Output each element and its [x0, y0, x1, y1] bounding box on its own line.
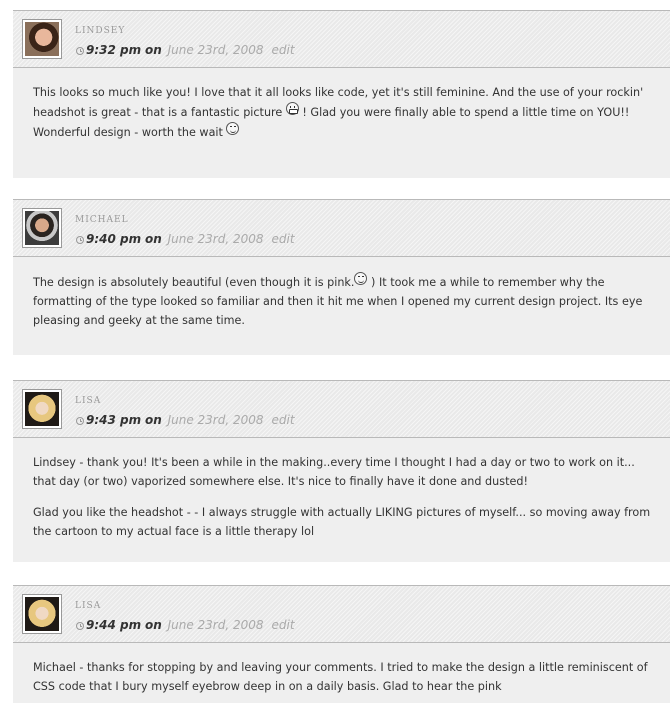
clock-icon: [76, 236, 84, 244]
avatar: [22, 389, 62, 429]
comment-author[interactable]: Michael: [75, 211, 129, 226]
comment-author[interactable]: Lindsey: [75, 22, 125, 37]
comment-paragraph: Michael - thanks for stopping by and lea…: [33, 661, 648, 693]
edit-link[interactable]: edit: [272, 618, 295, 632]
comment-item: Lindsey 9:32 pm on June 23rd, 2008 edit T…: [13, 10, 670, 178]
grin-smiley-icon: [285, 102, 299, 115]
avatar-photo-icon: [25, 597, 59, 631]
clock-icon: [76, 417, 84, 425]
comment-paragraph: Lindsey - thank you! It's been a while i…: [33, 456, 635, 488]
comment-time[interactable]: 9:32 pm: [86, 43, 141, 57]
avatar: [22, 19, 62, 59]
comment-header: Michael 9:40 pm on June 23rd, 2008 edit: [13, 199, 670, 257]
edit-link[interactable]: edit: [272, 413, 295, 427]
comment-date[interactable]: June 23rd, 2008: [168, 413, 264, 427]
comment-text: The design is absolutely beautiful (even…: [33, 276, 355, 289]
edit-link[interactable]: edit: [272, 232, 295, 246]
comment-paragraph: The design is absolutely beautiful (even…: [33, 272, 652, 330]
clock-icon: [76, 622, 84, 630]
comment-paragraph: Glad you like the headshot - - I always …: [33, 506, 651, 538]
comment-time[interactable]: 9:40 pm: [86, 232, 141, 246]
comment-body: Lindsey - thank you! It's been a while i…: [13, 438, 670, 562]
comment-item: Lisa 9:44 pm on June 23rd, 2008 edit Mich…: [13, 585, 670, 703]
comment-paragraph: This looks so much like you! I love that…: [33, 83, 652, 142]
comment-author[interactable]: Lisa: [75, 597, 101, 612]
comment-header: Lisa 9:44 pm on June 23rd, 2008 edit: [13, 585, 670, 643]
comment-item: Michael 9:40 pm on June 23rd, 2008 edit T…: [13, 199, 670, 355]
comment-item: Lisa 9:43 pm on June 23rd, 2008 edit Lind…: [13, 380, 670, 562]
comment-body: The design is absolutely beautiful (even…: [13, 257, 670, 355]
wink-smiley-icon: [354, 272, 368, 285]
avatar-photo-icon: [25, 392, 59, 426]
comment-date[interactable]: June 23rd, 2008: [168, 43, 264, 57]
comment-body: This looks so much like you! I love that…: [13, 68, 670, 178]
comment-time[interactable]: 9:44 pm: [86, 618, 141, 632]
comment-date[interactable]: June 23rd, 2008: [168, 232, 264, 246]
comment-on-label: on: [144, 232, 162, 246]
comment-time[interactable]: 9:43 pm: [86, 413, 141, 427]
comment-on-label: on: [144, 618, 162, 632]
avatar-photo-icon: [25, 22, 59, 56]
clock-icon: [76, 47, 84, 55]
avatar: [22, 594, 62, 634]
comment-header: Lisa 9:43 pm on June 23rd, 2008 edit: [13, 380, 670, 438]
comment-body: Michael - thanks for stopping by and lea…: [13, 643, 670, 703]
avatar: [22, 208, 62, 248]
comment-date[interactable]: June 23rd, 2008: [168, 618, 264, 632]
comment-meta: 9:44 pm on June 23rd, 2008 edit: [76, 618, 295, 632]
comment-author[interactable]: Lisa: [75, 392, 101, 407]
avatar-photo-icon: [25, 211, 59, 245]
comment-on-label: on: [144, 413, 162, 427]
comment-header: Lindsey 9:32 pm on June 23rd, 2008 edit: [13, 10, 670, 68]
comment-meta: 9:40 pm on June 23rd, 2008 edit: [76, 232, 295, 246]
comment-on-label: on: [144, 43, 162, 57]
comment-meta: 9:43 pm on June 23rd, 2008 edit: [76, 413, 295, 427]
edit-link[interactable]: edit: [272, 43, 295, 57]
comment-meta: 9:32 pm on June 23rd, 2008 edit: [76, 43, 295, 57]
wink-smiley-icon: [226, 122, 240, 135]
